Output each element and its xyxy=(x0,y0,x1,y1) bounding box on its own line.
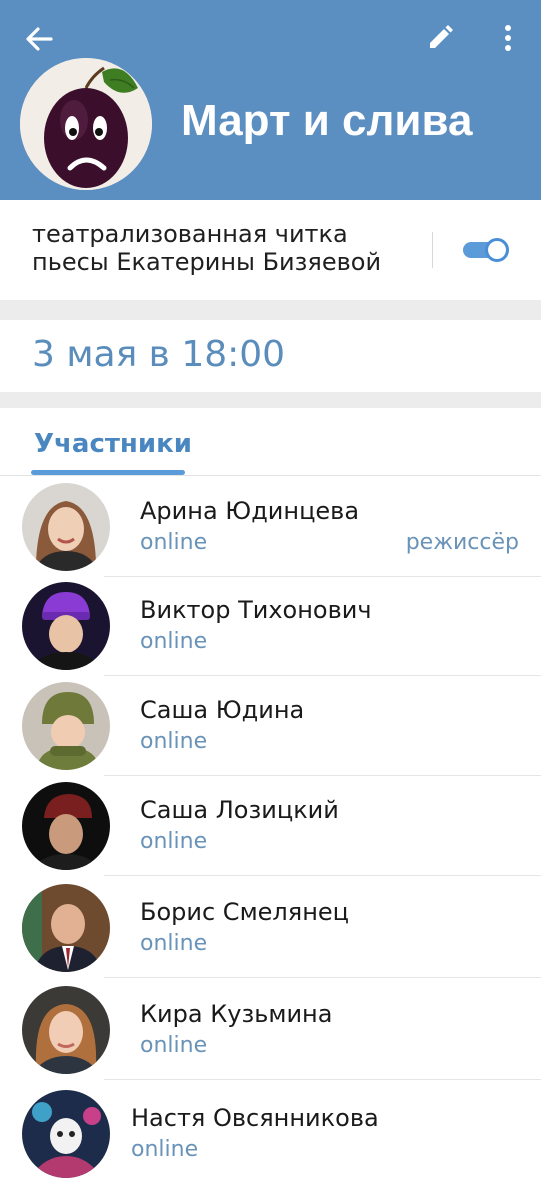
avatar[interactable] xyxy=(22,483,110,571)
member-name: Борис Смелянец xyxy=(140,898,350,926)
row-divider xyxy=(104,875,541,876)
sad-plum-image xyxy=(20,58,152,190)
member-name: Саша Лозицкий xyxy=(140,796,339,824)
avatar[interactable] xyxy=(22,884,110,972)
member-row[interactable]: Виктор Тихонович online xyxy=(0,576,541,676)
member-row[interactable]: Арина Юдинцева online режиссёр xyxy=(0,477,541,577)
avatar-photo xyxy=(22,986,110,1074)
row-divider xyxy=(104,977,541,978)
tab-members[interactable]: Участники xyxy=(34,428,192,460)
description-row: театрализованная читка пьесы Екатерины Б… xyxy=(0,200,541,300)
member-row[interactable]: Саша Лозицкий online xyxy=(0,776,541,876)
avatar[interactable] xyxy=(22,1090,110,1178)
member-name: Кира Кузьмина xyxy=(140,1000,333,1028)
event-date-row: 3 мая в 18:00 xyxy=(0,320,541,392)
member-row[interactable]: Настя Овсянникова online xyxy=(0,1084,541,1184)
avatar[interactable] xyxy=(22,782,110,870)
more-vertical-icon[interactable] xyxy=(496,22,520,54)
member-status: online xyxy=(140,829,208,854)
notifications-toggle[interactable] xyxy=(461,236,511,264)
section-gap xyxy=(0,392,541,408)
member-status: online xyxy=(140,629,208,654)
row-divider xyxy=(104,1079,541,1080)
back-arrow-icon[interactable] xyxy=(24,24,54,54)
edit-pencil-icon[interactable] xyxy=(426,24,454,52)
member-status: online xyxy=(140,931,208,956)
avatar-photo xyxy=(22,782,110,870)
member-row[interactable]: Кира Кузьмина online xyxy=(0,980,541,1080)
member-name: Саша Юдина xyxy=(140,696,305,724)
avatar-photo xyxy=(22,582,110,670)
avatar[interactable] xyxy=(22,582,110,670)
avatar-photo xyxy=(22,483,110,571)
member-name: Настя Овсянникова xyxy=(131,1104,379,1132)
member-status: online xyxy=(140,729,208,754)
avatar-photo xyxy=(22,884,110,972)
avatar[interactable] xyxy=(22,682,110,770)
members-section: Участники Арина Юдинцева online режиссёр xyxy=(0,408,541,1200)
description-line-1: театрализованная читка xyxy=(32,220,348,248)
avatar-photo xyxy=(22,1090,110,1178)
member-row[interactable]: Саша Юдина online xyxy=(0,676,541,776)
section-gap xyxy=(0,300,541,320)
member-name: Арина Юдинцева xyxy=(140,497,360,525)
member-status: online xyxy=(131,1137,199,1162)
group-avatar[interactable] xyxy=(20,58,152,190)
tab-divider xyxy=(0,475,541,476)
member-name: Виктор Тихонович xyxy=(140,596,372,624)
toggle-knob xyxy=(485,238,509,262)
avatar-photo xyxy=(22,682,110,770)
avatar[interactable] xyxy=(22,986,110,1074)
member-role-badge: режиссёр xyxy=(405,530,519,555)
member-status: online xyxy=(140,530,208,555)
member-row[interactable]: Борис Смелянец online xyxy=(0,878,541,978)
vertical-divider xyxy=(432,232,433,268)
description-line-2: пьесы Екатерины Бизяевой xyxy=(32,248,382,276)
chat-header: Март и слива xyxy=(0,0,541,200)
member-status: online xyxy=(140,1033,208,1058)
chat-title: Март и слива xyxy=(181,96,473,145)
event-date: 3 мая в 18:00 xyxy=(32,334,286,375)
